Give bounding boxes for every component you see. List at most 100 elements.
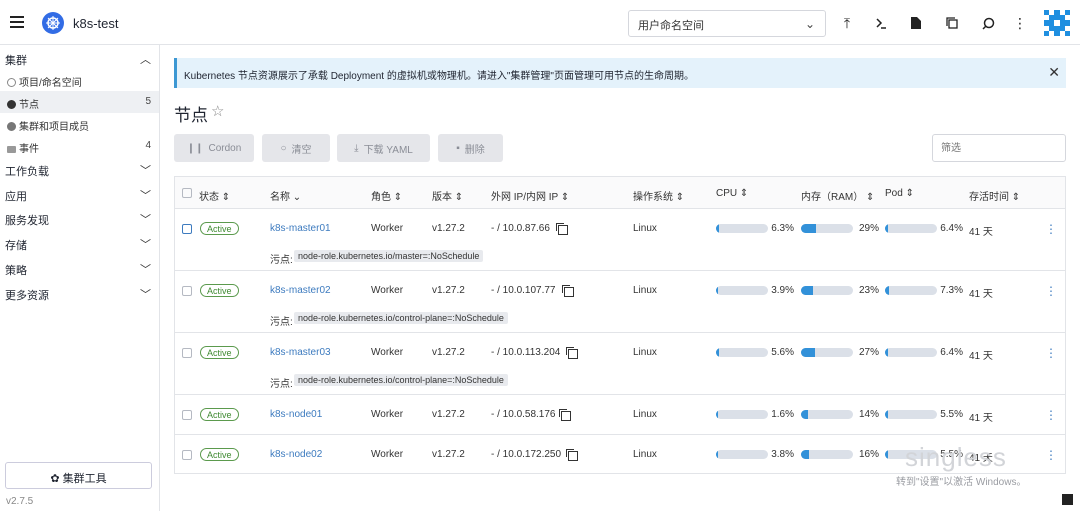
ram-bar-fill [801, 286, 813, 295]
kubectl-shell-icon[interactable] [870, 12, 892, 34]
row-actions-icon[interactable]: ⋮ [1045, 448, 1057, 462]
row-checkbox[interactable] [182, 450, 192, 460]
header-cpu[interactable]: CPU ⇕ [716, 188, 748, 199]
ram-percent: 29% [858, 223, 879, 234]
sidebar-item-label: 节点 [19, 100, 39, 111]
header-ip[interactable]: 外网 IP/内网 IP ⇕ [491, 188, 569, 203]
header-state[interactable]: 状态 ⇕ [199, 188, 230, 203]
table-row: Active k8s-master03 Worker v1.27.2 - / 1… [175, 333, 1065, 395]
pod-bar-fill [885, 224, 889, 233]
members-icon [7, 122, 16, 131]
ram-percent: 14% [858, 409, 879, 420]
sidebar-item-members[interactable]: 集群和项目成员 [0, 113, 159, 135]
header-role[interactable]: 角色 ⇕ [371, 188, 402, 203]
node-name-link[interactable]: k8s-node02 [270, 449, 322, 460]
menu-icon[interactable] [10, 16, 24, 28]
pod-bar-fill [885, 450, 888, 459]
filter-input[interactable] [932, 134, 1066, 162]
row-actions-icon[interactable]: ⋮ [1045, 408, 1057, 422]
cluster-name: k8s-test [73, 16, 119, 31]
node-name-link[interactable]: k8s-master01 [270, 223, 331, 234]
top-bar: k8s-test 用户命名空间 ⌄ ⤒ ⋮ [0, 0, 1080, 45]
table-row: Active k8s-master01 Worker v1.27.2 - / 1… [175, 209, 1065, 271]
cpu-bar-fill [716, 286, 719, 295]
header-version[interactable]: 版本 ⇕ [432, 188, 463, 203]
node-name-link[interactable]: k8s-master03 [270, 347, 331, 358]
sidebar-item-count: 5 [145, 96, 151, 107]
node-icon [7, 100, 16, 109]
sidebar-group-service-discovery[interactable]: 服务发现 ﹀ [5, 212, 155, 228]
copy-icon[interactable] [566, 449, 578, 461]
row-checkbox[interactable] [182, 286, 192, 296]
row-actions-icon[interactable]: ⋮ [1045, 222, 1057, 236]
download-kubeconfig-icon[interactable] [905, 12, 927, 34]
namespace-select-value: 用户命名空间 [638, 20, 704, 32]
select-all-checkbox[interactable] [182, 188, 192, 198]
node-name-link[interactable]: k8s-node01 [270, 409, 322, 420]
copy-icon[interactable] [556, 223, 568, 235]
os-cell: Linux [633, 285, 657, 296]
cordon-button[interactable]: ❙❙ Cordon [174, 134, 254, 162]
sidebar-group-storage[interactable]: 存储 ﹀ [5, 237, 155, 253]
sidebar-item-events[interactable]: 事件 4 [0, 135, 159, 157]
row-actions-icon[interactable]: ⋮ [1045, 284, 1057, 298]
header-pod[interactable]: Pod ⇕ [885, 188, 914, 199]
copy-icon[interactable] [559, 409, 571, 421]
ram-percent: 27% [858, 347, 879, 358]
node-name-link[interactable]: k8s-master02 [270, 285, 331, 296]
search-icon[interactable] [977, 12, 999, 34]
sidebar: 集群 ︿ 项目/命名空间 节点 5 集群和项目成员 事件 4 工作负载 ﹀ 应用 ﹀ 服务… [0, 45, 160, 511]
status-badge: Active [200, 408, 239, 421]
pause-icon: ❙❙ [186, 142, 204, 154]
header-ram[interactable]: 内存（RAM） ⇕ [801, 188, 874, 203]
avatar[interactable] [1044, 10, 1070, 36]
pod-bar-fill [885, 286, 889, 295]
windows-activation-text: 转到"设置"以激活 Windows。 [896, 477, 1027, 488]
cpu-percent: 3.9% [771, 285, 794, 296]
copy-icon[interactable] [566, 347, 578, 359]
header-os[interactable]: 操作系统 ⇕ [633, 188, 684, 203]
copy-kubeconfig-icon[interactable] [941, 12, 963, 34]
pod-percent: 7.3% [940, 285, 963, 296]
delete-button[interactable]: ▪ 删除 [438, 134, 503, 162]
sidebar-item-label: 集群和项目成员 [19, 122, 89, 133]
cpu-percent: 3.8% [771, 449, 794, 460]
download-label: 下载 YAML [363, 144, 413, 156]
sidebar-group-label: 更多资源 [5, 290, 49, 302]
role-cell: Worker [371, 347, 404, 358]
cluster-tools-button[interactable]: ✿ 集群工具 [5, 462, 152, 489]
chevron-down-icon: ﹀ [140, 190, 151, 202]
star-icon[interactable]: ☆ [211, 102, 224, 120]
sidebar-item-nodes[interactable]: 节点 5 [0, 91, 159, 113]
sidebar-group-cluster[interactable]: 集群 ︿ [5, 52, 155, 68]
header-name[interactable]: 名称 ⌄ [270, 188, 301, 203]
more-vertical-icon[interactable]: ⋮ [1009, 12, 1031, 34]
pod-bar [885, 286, 937, 295]
pod-bar [885, 348, 937, 357]
download-yaml-button[interactable]: ⤓ 下载 YAML [337, 134, 430, 162]
header-age[interactable]: 存活时间 ⇕ [969, 188, 1020, 203]
copy-icon[interactable] [562, 285, 574, 297]
status-badge: Active [200, 284, 239, 297]
row-checkbox[interactable] [182, 224, 192, 234]
os-cell: Linux [633, 409, 657, 420]
row-checkbox[interactable] [182, 348, 192, 358]
sidebar-group-policy[interactable]: 策略 ﹀ [5, 262, 155, 278]
row-actions-icon[interactable]: ⋮ [1045, 346, 1057, 360]
sidebar-item-projects[interactable]: 项目/命名空间 [0, 69, 159, 91]
pod-bar [885, 410, 937, 419]
import-yaml-icon[interactable]: ⤒ [836, 12, 858, 34]
row-checkbox[interactable] [182, 410, 192, 420]
header-label: 版本 [432, 192, 452, 203]
role-cell: Worker [371, 285, 404, 296]
sidebar-group-workloads[interactable]: 工作负载 ﹀ [5, 163, 155, 179]
tray-flag-icon[interactable] [1062, 494, 1073, 505]
sidebar-group-apps[interactable]: 应用 ﹀ [5, 188, 155, 204]
chevron-down-icon: ﹀ [140, 165, 151, 177]
sidebar-group-more-resources[interactable]: 更多资源 ﹀ [5, 287, 155, 303]
drain-button[interactable]: ○ 清空 [262, 134, 330, 162]
age-cell: 41 天 [969, 289, 993, 300]
namespace-select[interactable]: 用户命名空间 ⌄ [628, 10, 826, 37]
close-icon[interactable]: ✕ [1048, 64, 1060, 81]
header-label: 状态 [199, 192, 219, 203]
